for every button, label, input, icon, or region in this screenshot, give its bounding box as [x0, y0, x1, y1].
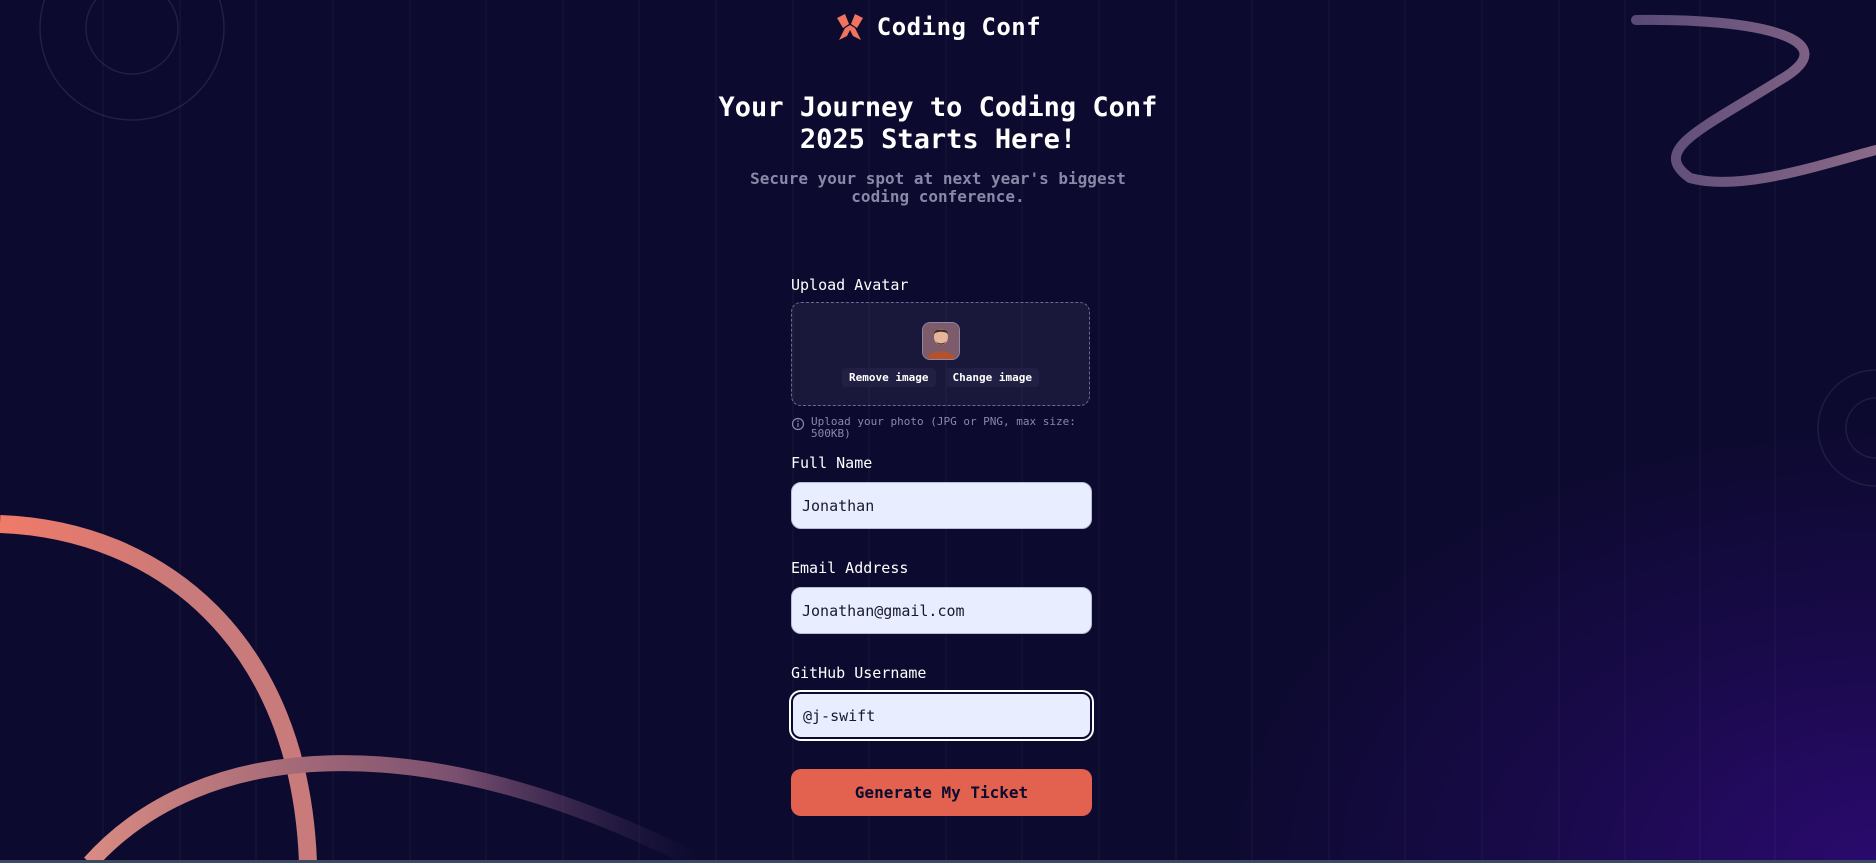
- logo-icon: [836, 14, 863, 40]
- email-value: Jonathan@gmail.com: [802, 601, 965, 620]
- full-name-label: Full Name: [791, 454, 873, 472]
- full-name-value: Jonathan: [802, 496, 875, 515]
- github-input[interactable]: @j-swift: [791, 692, 1092, 739]
- email-input[interactable]: Jonathan@gmail.com: [791, 587, 1092, 634]
- avatar-upload-area[interactable]: Remove image Change image: [791, 302, 1090, 406]
- upload-hint-text: Upload your photo (JPG or PNG, max size:…: [811, 415, 1076, 440]
- ticket-form: Upload Avatar Remove image Change image …: [791, 276, 1092, 816]
- arc-decoration-large: [0, 515, 317, 863]
- generate-ticket-button[interactable]: Generate My Ticket: [791, 769, 1092, 816]
- brand-logo: Coding Conf: [0, 12, 1876, 42]
- arc-decoration-lower: [84, 755, 704, 863]
- avatar-label: Upload Avatar: [791, 276, 909, 294]
- hero-section: Your Journey to Coding Conf 2025 Starts …: [0, 92, 1876, 206]
- change-image-button[interactable]: Change image: [945, 367, 1039, 387]
- github-label: GitHub Username: [791, 664, 927, 682]
- upload-hint: Upload your photo (JPG or PNG, max size:…: [791, 416, 1092, 440]
- page-subtitle: Secure your spot at next year's biggest …: [750, 169, 1126, 206]
- remove-image-button[interactable]: Remove image: [842, 367, 936, 387]
- circle-decoration-right: [1817, 369, 1876, 487]
- avatar-image: [922, 322, 959, 359]
- brand-name: Coding Conf: [876, 13, 1042, 41]
- page-title: Your Journey to Coding Conf 2025 Starts …: [718, 92, 1158, 155]
- full-name-input[interactable]: Jonathan: [791, 482, 1092, 529]
- github-value: @j-swift: [803, 706, 876, 725]
- avatar-preview: [921, 321, 960, 360]
- circle-decoration-right-inner: [1845, 397, 1876, 459]
- email-label: Email Address: [791, 559, 909, 577]
- info-icon: [791, 417, 805, 431]
